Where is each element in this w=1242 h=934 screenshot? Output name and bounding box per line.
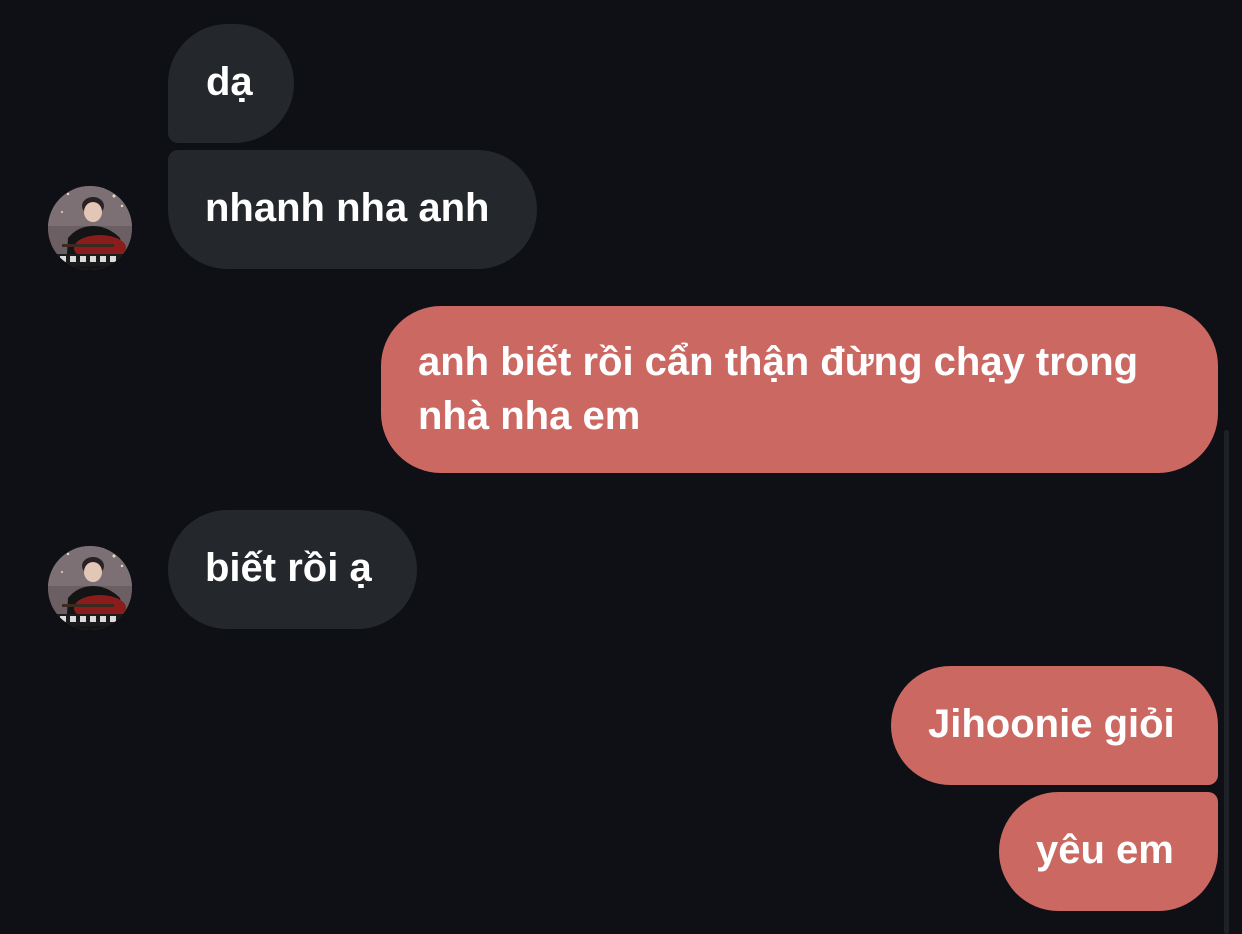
incoming-message-bubble[interactable]: biết rồi ạ: [168, 510, 417, 629]
avatar-photo-icon: [48, 186, 132, 270]
message-text: biết rồi ạ: [205, 546, 372, 590]
outgoing-message-bubble[interactable]: anh biết rồi cẩn thận đừng chạy trong nh…: [381, 306, 1218, 473]
message-text: anh biết rồi cẩn thận đừng chạy trong nh…: [418, 340, 1139, 438]
message-text: dạ: [206, 60, 253, 104]
contact-avatar[interactable]: [48, 546, 132, 630]
contact-avatar[interactable]: [48, 186, 132, 270]
outgoing-message-bubble[interactable]: yêu em: [999, 792, 1218, 911]
scrollbar[interactable]: [1224, 430, 1229, 934]
avatar-photo-icon: [48, 546, 132, 630]
incoming-message-bubble[interactable]: nhanh nha anh: [168, 150, 537, 269]
message-text: nhanh nha anh: [205, 186, 490, 230]
incoming-message-bubble[interactable]: dạ: [168, 24, 294, 143]
message-text: Jihoonie giỏi: [928, 702, 1175, 746]
message-text: yêu em: [1036, 828, 1174, 872]
message-thread[interactable]: dạ nhanh nha anh anh biết rồi cẩn thận đ…: [0, 0, 1242, 934]
outgoing-message-bubble[interactable]: Jihoonie giỏi: [891, 666, 1218, 785]
